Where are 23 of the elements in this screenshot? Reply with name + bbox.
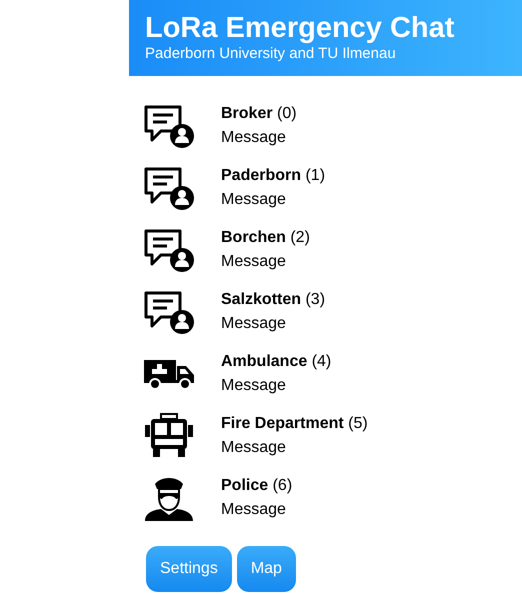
app-title: LoRa Emergency Chat bbox=[145, 12, 456, 44]
app-subtitle: Paderborn University and TU Ilmenau bbox=[145, 44, 397, 64]
message-label: Message bbox=[221, 253, 287, 271]
fire-truck-icon bbox=[143, 413, 195, 459]
contact-name[interactable]: Paderborn (1) bbox=[221, 167, 326, 185]
contact-name[interactable]: Police (6) bbox=[221, 477, 292, 495]
contact-name[interactable]: Broker (0) bbox=[221, 105, 297, 123]
message-label: Message bbox=[221, 129, 287, 147]
chat-user-icon bbox=[143, 290, 195, 334]
contact-name[interactable]: Ambulance (4) bbox=[221, 353, 332, 371]
message-label: Message bbox=[221, 315, 287, 333]
contact-name[interactable]: Borchen (2) bbox=[221, 229, 310, 247]
contact-name[interactable]: Fire Department (5) bbox=[221, 415, 368, 433]
message-label: Message bbox=[221, 377, 287, 395]
chat-user-icon bbox=[143, 228, 195, 272]
message-label: Message bbox=[221, 191, 287, 209]
chat-user-icon bbox=[143, 166, 195, 210]
contact-name[interactable]: Salzkotten (3) bbox=[221, 291, 326, 309]
message-label: Message bbox=[221, 501, 287, 519]
police-officer-icon bbox=[143, 475, 195, 521]
message-label: Message bbox=[221, 439, 287, 457]
chat-user-icon bbox=[143, 104, 195, 148]
ambulance-icon bbox=[143, 359, 195, 389]
